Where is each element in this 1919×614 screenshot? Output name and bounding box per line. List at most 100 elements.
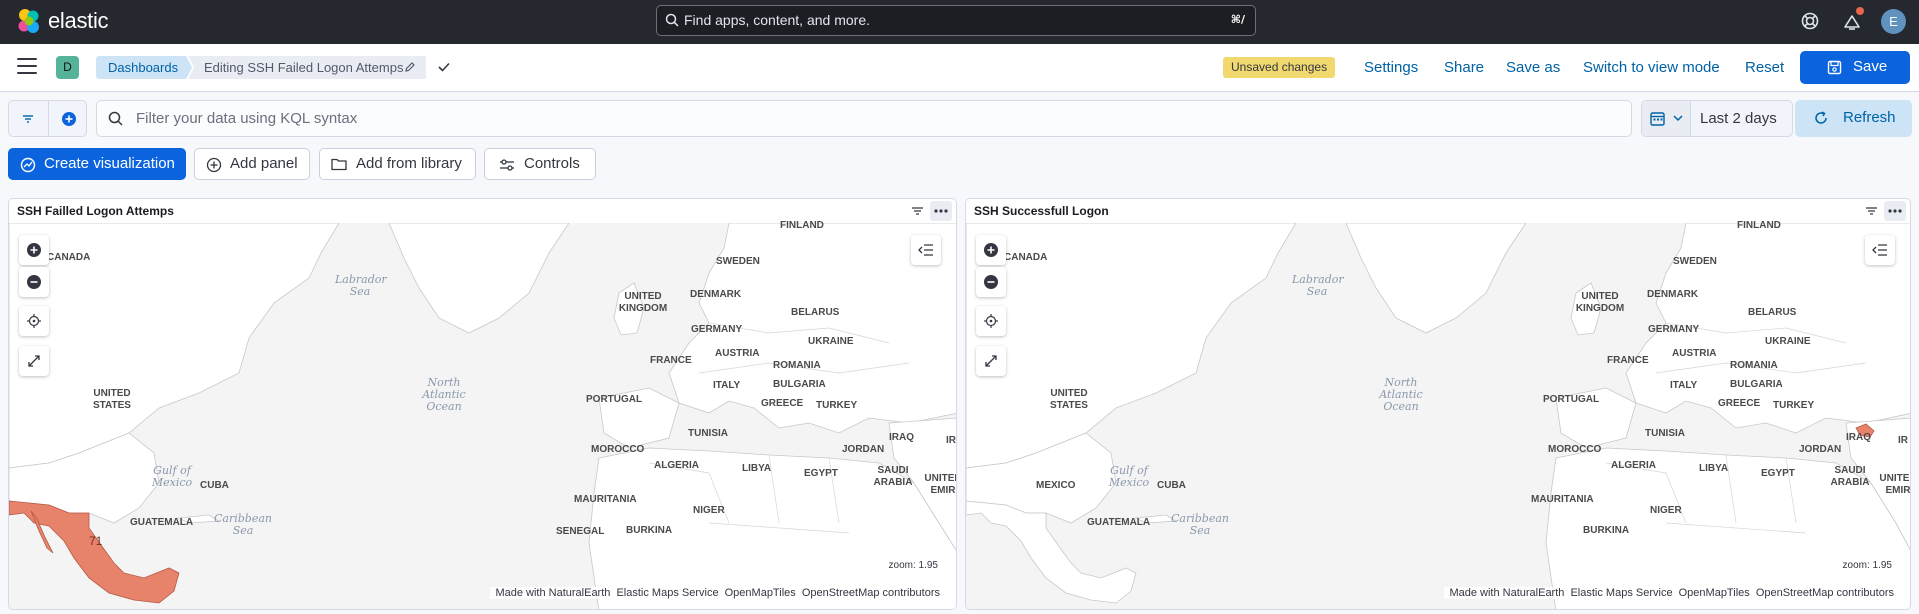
layer-control-button[interactable] — [911, 235, 941, 265]
switch-to-view-mode-link[interactable]: Switch to view mode — [1583, 59, 1720, 76]
label-denmark: DENMARK — [1647, 289, 1699, 300]
save-button-label: Save — [1853, 58, 1888, 75]
minus-icon — [984, 275, 998, 289]
label-italy: ITALY — [713, 380, 741, 391]
reset-link[interactable]: Reset — [1745, 59, 1784, 76]
label-labrador-sea: Labrador Sea — [335, 273, 387, 298]
menu-toggle-icon[interactable] — [17, 58, 37, 76]
label-mauritania: MAURITANIA — [1531, 494, 1594, 505]
layer-control-button[interactable] — [1865, 235, 1895, 265]
add-panel-button[interactable]: Add panel — [194, 148, 310, 180]
user-avatar[interactable]: E — [1881, 9, 1906, 34]
label-canada: CANADA — [47, 252, 91, 263]
panel-options-button[interactable] — [930, 201, 952, 221]
attribution-ems[interactable]: Elastic Maps Service — [1570, 587, 1672, 599]
label-denmark: DENMARK — [690, 289, 742, 300]
add-from-library-button[interactable]: Add from library — [319, 148, 476, 180]
attribution-openmaptiles[interactable]: OpenMapTiles — [1679, 587, 1750, 599]
label-egypt: EGYPT — [804, 468, 838, 479]
expand-icon — [985, 355, 997, 367]
search-shortcut: ⌘/ — [1230, 13, 1245, 26]
attribution-ems[interactable]: Elastic Maps Service — [616, 587, 718, 599]
fullscreen-button[interactable] — [976, 346, 1006, 376]
zoom-out-button[interactable] — [976, 267, 1006, 297]
panel-title: SSH Successfull Logon — [974, 204, 1109, 218]
label-canada: CANADA — [1004, 252, 1048, 263]
label-morocco: MOROCCO — [1548, 444, 1602, 455]
attribution-naturalearth[interactable]: Made with NaturalEarth — [495, 587, 610, 599]
help-icon[interactable] — [1799, 10, 1821, 32]
date-range-label[interactable]: Last 2 days — [1700, 110, 1777, 127]
edit-title-icon[interactable] — [404, 61, 416, 73]
save-icon — [1827, 60, 1842, 75]
label-gulf-of-mexico: Gulf of Mexico — [151, 464, 193, 489]
settings-link[interactable]: Settings — [1364, 59, 1418, 76]
zoom-in-button[interactable] — [19, 235, 49, 265]
label-united-states: UNITED STATES — [1050, 388, 1088, 411]
create-visualization-button[interactable]: Create visualization — [8, 148, 186, 180]
global-search-placeholder: Find apps, content, and more. — [684, 12, 870, 28]
panel-title: SSH Failled Logon Attemps — [17, 204, 174, 218]
label-belarus: BELARUS — [791, 307, 840, 318]
label-north-atlantic-ocean: North Atlantic Ocean — [1379, 376, 1423, 413]
label-romania: ROMANIA — [1730, 360, 1778, 371]
quick-select-button[interactable] — [1642, 101, 1691, 136]
search-icon — [665, 13, 679, 27]
label-egypt: EGYPT — [1761, 468, 1795, 479]
elastic-logo-icon[interactable] — [16, 8, 42, 34]
locate-button[interactable] — [19, 306, 49, 336]
label-gulf-of-mexico: Gulf of Mexico — [1108, 464, 1150, 489]
label-niger: NIGER — [1650, 505, 1682, 516]
fullscreen-button[interactable] — [19, 346, 49, 376]
save-as-link[interactable]: Save as — [1506, 59, 1560, 76]
controls-button[interactable]: Controls — [484, 148, 596, 180]
zoom-level-readout: zoom: 1.95 — [886, 560, 940, 571]
add-filter-icon[interactable] — [61, 111, 77, 127]
label-sweden: SWEDEN — [716, 256, 760, 267]
label-mexico: MEXICO — [1036, 480, 1076, 491]
panel-options-button[interactable] — [1884, 201, 1906, 221]
attribution-naturalearth[interactable]: Made with NaturalEarth — [1449, 587, 1564, 599]
map-canvas[interactable]: CANADA FINLAND SWEDEN UNITED KINGDOM DEN… — [966, 220, 1911, 609]
label-turkey: TURKEY — [1773, 400, 1815, 411]
label-france: FRANCE — [1607, 355, 1649, 366]
map-panel-successful-logon[interactable]: SSH Successfull Logon CANADA FINLAND SWE… — [965, 198, 1911, 610]
label-algeria: ALGERIA — [654, 460, 699, 471]
label-germany: GERMANY — [691, 324, 743, 335]
label-ukraine: UKRAINE — [1765, 336, 1811, 347]
label-finland: FINLAND — [1737, 220, 1781, 231]
save-button[interactable]: Save — [1800, 51, 1910, 84]
basemap — [966, 223, 1910, 609]
date-picker[interactable]: Last 2 days — [1641, 100, 1793, 137]
zoom-out-button[interactable] — [19, 267, 49, 297]
global-header: elastic Find apps, content, and more. ⌘/… — [0, 0, 1919, 44]
filter-icon[interactable] — [1865, 205, 1878, 217]
collapse-layers-icon — [1872, 244, 1887, 256]
brand-name[interactable]: elastic — [48, 8, 109, 34]
label-germany: GERMANY — [1648, 324, 1700, 335]
locate-button[interactable] — [976, 306, 1006, 336]
zoom-in-button[interactable] — [976, 235, 1006, 265]
kql-search-input[interactable]: Filter your data using KQL syntax — [96, 100, 1632, 137]
label-united-emir: UNITED EMIR — [924, 473, 956, 496]
share-link[interactable]: Share — [1444, 59, 1484, 76]
filter-icon[interactable] — [21, 113, 35, 125]
label-sweden: SWEDEN — [1673, 256, 1717, 267]
attribution-osm[interactable]: OpenStreetMap contributors — [1756, 587, 1894, 599]
refresh-button[interactable]: Refresh — [1795, 100, 1912, 137]
label-north-atlantic-ocean: North Atlantic Ocean — [422, 376, 466, 413]
map-canvas[interactable]: 71 CANADA FINLAND SWEDEN UNITED KINGDOM … — [9, 220, 956, 609]
space-avatar[interactable]: D — [56, 56, 79, 79]
map-panel-failed-logon[interactable]: SSH Failled Logon Attemps 71 CANADA FINL… — [8, 198, 957, 610]
label-united-emir: UNITED EMIR — [1879, 473, 1911, 496]
label-senegal: SENEGAL — [556, 526, 605, 537]
label-burkina: BURKINA — [626, 525, 673, 536]
label-ukraine: UKRAINE — [808, 336, 854, 347]
label-libya: LIBYA — [1699, 463, 1729, 474]
filter-icon[interactable] — [911, 205, 924, 217]
global-search-input[interactable]: Find apps, content, and more. ⌘/ — [656, 5, 1256, 36]
attribution-osm[interactable]: OpenStreetMap contributors — [802, 587, 940, 599]
check-icon[interactable] — [437, 61, 451, 73]
breadcrumb-dashboards[interactable]: Dashboards — [96, 56, 192, 79]
attribution-openmaptiles[interactable]: OpenMapTiles — [725, 587, 796, 599]
